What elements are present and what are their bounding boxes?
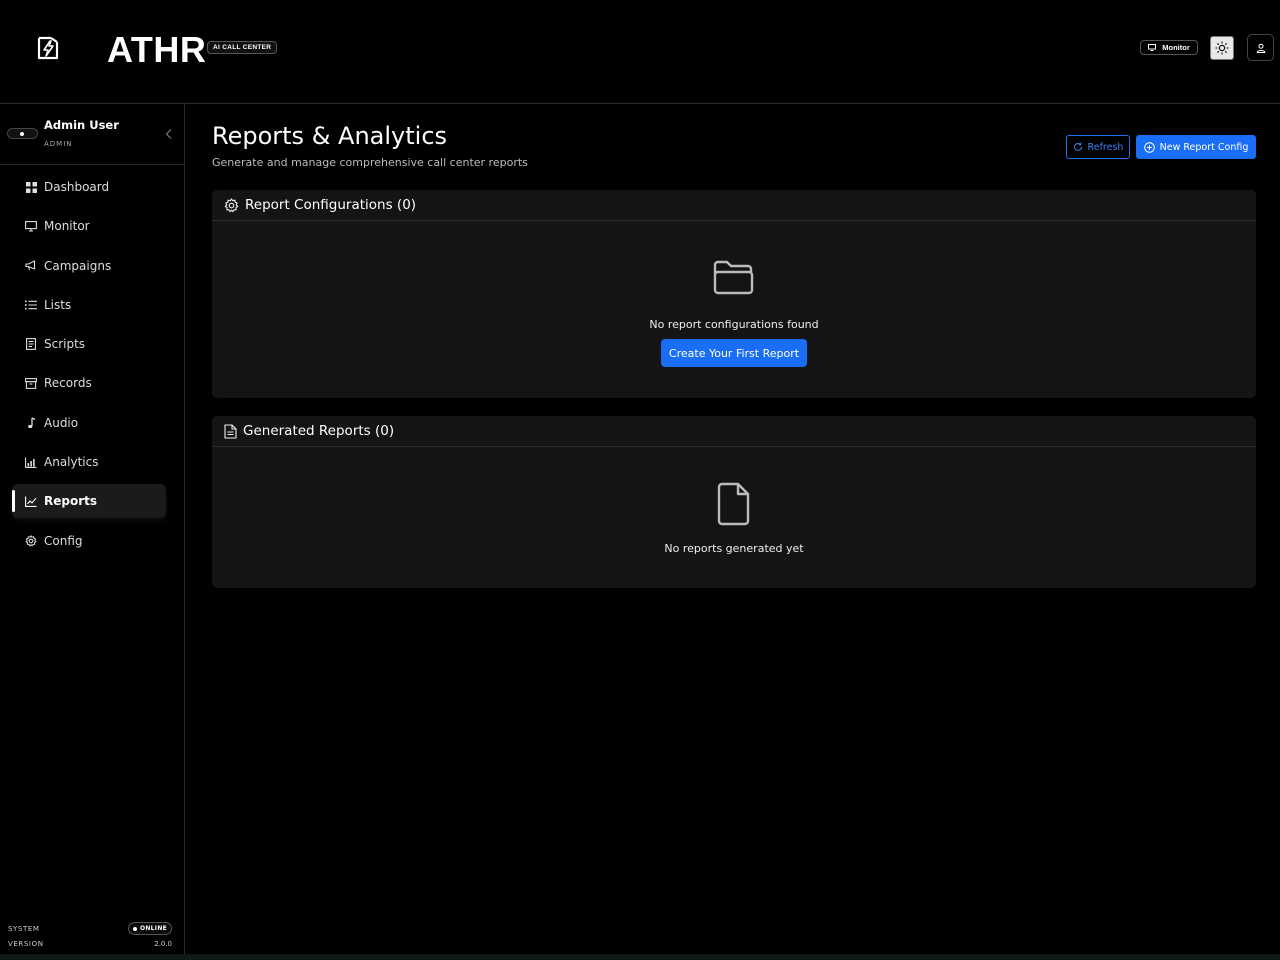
sidebar-item-dashboard[interactable]: Dashboard (12, 170, 166, 204)
sidebar: Admin User ADMIN Dashboard Monitor Campa… (0, 104, 185, 956)
refresh-icon (1073, 142, 1082, 151)
user-profile: Admin User ADMIN (0, 104, 184, 165)
version-label: VERSION (8, 940, 44, 948)
sidebar-item-scripts[interactable]: Scripts (12, 327, 166, 361)
system-label: SYSTEM (8, 925, 40, 933)
monitor-button[interactable]: Monitor (1140, 40, 1198, 55)
sidebar-item-analytics[interactable]: Analytics (12, 445, 166, 479)
refresh-label: Refresh (1087, 141, 1124, 153)
refresh-button[interactable]: Refresh (1066, 135, 1130, 159)
user-icon (1256, 43, 1265, 53)
brand-name: ATHR (107, 29, 207, 70)
list-icon (25, 299, 37, 311)
bottom-strip (0, 954, 1280, 960)
sun-icon (1215, 41, 1229, 55)
monitor-label: Monitor (1162, 43, 1190, 52)
sidebar-item-audio[interactable]: Audio (12, 406, 166, 440)
line-chart-icon (25, 495, 37, 507)
sidebar-item-label: Dashboard (44, 180, 110, 194)
brand-badge: AI CALL CENTER (207, 41, 278, 54)
top-bar: ATHR AI CALL CENTER Monitor (0, 0, 1280, 104)
sidebar-item-label: Scripts (44, 337, 86, 352)
grid-icon (25, 181, 37, 193)
status-dot (20, 132, 24, 136)
sidebar-item-reports[interactable]: Reports (12, 484, 166, 519)
sidebar-item-label: Monitor (44, 219, 90, 234)
sidebar-item-label: Campaigns (44, 258, 112, 273)
sidebar-item-label: Analytics (44, 455, 99, 470)
sidebar-item-lists[interactable]: Lists (12, 288, 166, 322)
online-dot (132, 926, 137, 931)
card-header: Generated Reports (0) (212, 416, 1256, 447)
folder-icon (713, 260, 754, 295)
create-first-report-button[interactable]: Create Your First Report (661, 339, 807, 367)
user-role: ADMIN (44, 140, 73, 148)
new-report-config-button[interactable]: New Report Config (1136, 135, 1256, 159)
gear-icon (25, 534, 37, 547)
document-icon (25, 338, 37, 351)
generated-reports-card: Generated Reports (0) No reports generat… (212, 416, 1256, 588)
user-menu-button[interactable] (1247, 34, 1274, 61)
monitor-icon (25, 220, 37, 232)
status-badge: ONLINE (128, 922, 172, 935)
sidebar-item-monitor[interactable]: Monitor (12, 209, 166, 243)
empty-state: No report configurations found (212, 258, 1256, 331)
sidebar-item-campaigns[interactable]: Campaigns (12, 249, 166, 283)
bolt-logo-icon[interactable] (32, 32, 64, 64)
new-report-config-label: New Report Config (1159, 141, 1249, 153)
empty-state-text: No reports generated yet (664, 542, 804, 555)
document-icon (224, 423, 237, 439)
page-title: Reports & Analytics (212, 122, 448, 150)
user-name: Admin User (44, 118, 119, 132)
file-icon (717, 482, 750, 526)
avatar (7, 128, 38, 139)
card-title: Report Configurations (0) (245, 197, 417, 213)
card-title: Generated Reports (0) (243, 423, 395, 439)
sidebar-item-label: Lists (44, 297, 72, 312)
status-badge-label: ONLINE (139, 925, 168, 932)
version-value: 2.0.0 (154, 940, 172, 948)
sidebar-item-label: Audio (44, 415, 79, 430)
sidebar-item-label: Reports (44, 494, 98, 509)
card-header: Report Configurations (0) (212, 190, 1256, 221)
sidebar-item-label: Records (44, 376, 92, 391)
plus-circle-icon (1143, 141, 1155, 153)
gear-icon (224, 197, 239, 212)
sidebar-nav: Dashboard Monitor Campaigns Lists Script… (12, 170, 166, 563)
empty-state: No reports generated yet (212, 482, 1256, 555)
empty-state-text: No report configurations found (649, 318, 819, 331)
music-note-icon (25, 417, 37, 429)
megaphone-icon (25, 260, 37, 272)
chevron-left-icon[interactable] (164, 128, 174, 140)
sidebar-item-config[interactable]: Config (12, 524, 166, 558)
sidebar-item-records[interactable]: Records (12, 366, 166, 400)
page-subtitle: Generate and manage comprehensive call c… (212, 156, 528, 169)
theme-toggle-button[interactable] (1210, 36, 1234, 60)
sidebar-item-label: Config (44, 533, 83, 548)
archive-icon (25, 377, 37, 389)
report-configurations-card: Report Configurations (0) No report conf… (212, 190, 1256, 398)
bar-chart-icon (25, 456, 37, 468)
monitor-icon (1148, 44, 1157, 51)
